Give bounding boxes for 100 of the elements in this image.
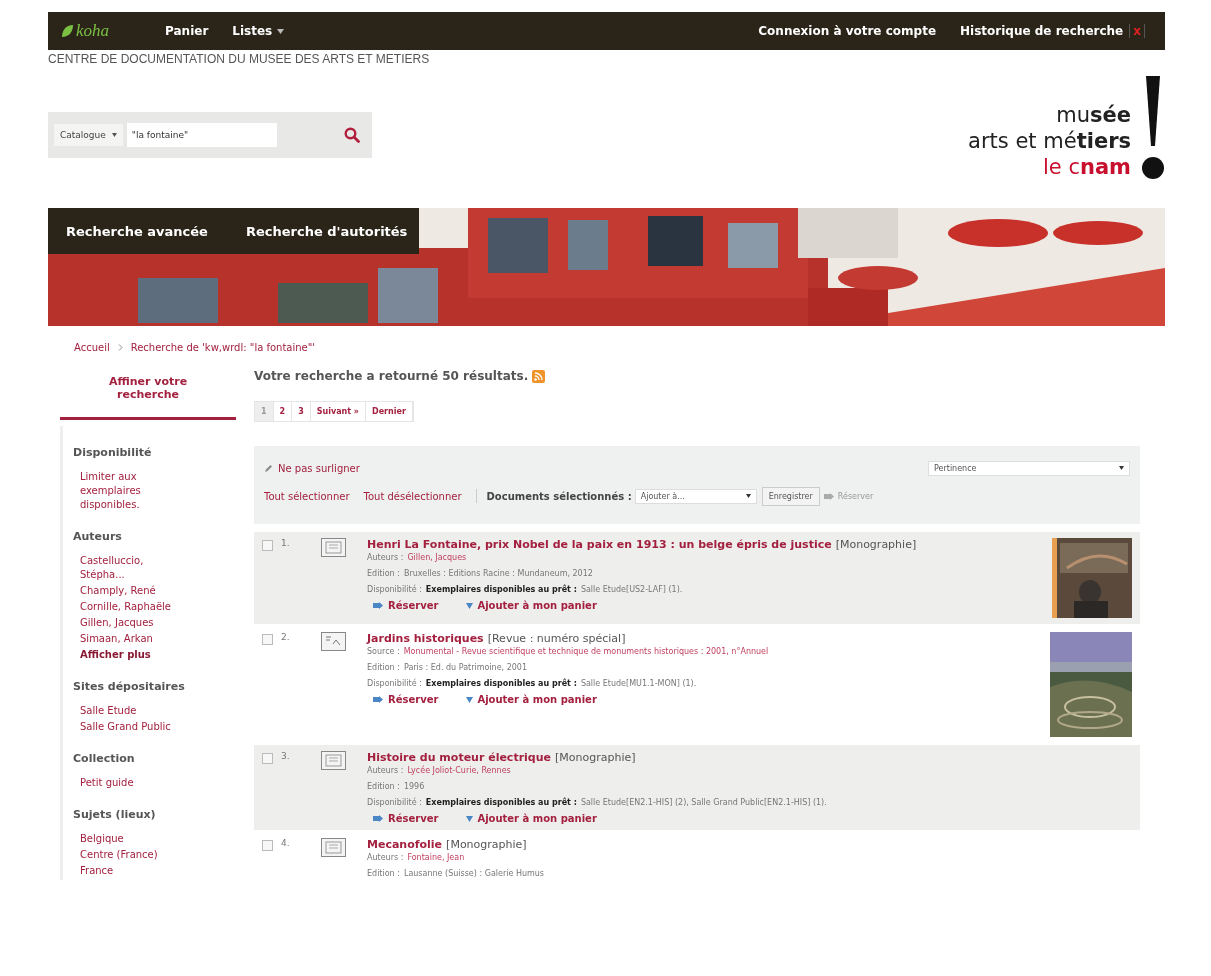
serial-icon [321,632,346,651]
hold-icon [373,815,384,822]
checkbox[interactable] [262,540,273,551]
pencil-icon [264,463,273,473]
facet-link[interactable]: Limiter aux exemplaires disponibles. [80,470,180,512]
field-label: Auteurs : [367,766,404,775]
add-to-dropdown[interactable]: Ajouter à... [634,488,757,504]
author-link[interactable]: Monumental - Revue scientifique et technique de monuments historiques : 2001, n°Annuel [403,647,769,656]
chevron-icon [117,344,123,351]
checkbox[interactable] [262,753,273,764]
document-type: [Monographie] [835,538,917,551]
search-history-link[interactable]: Historique de recherche [960,24,1124,38]
login-link[interactable]: Connexion à votre compte [758,24,936,38]
availability-status: Exemplaires disponibles au prêt : [425,798,577,807]
facet-link[interactable]: Gillen, Jacques [80,616,180,630]
field-label: Edition : [367,663,400,672]
facet-link[interactable]: Simaan, Arkan [80,632,180,646]
field-value: Salle Etude[EN2.1-HIS] (2), Salle Grand Public[EN2.1-HIS] (1). [580,798,827,807]
field-label: Edition : [367,869,400,878]
facet-link[interactable]: Petit guide [80,776,180,790]
hold-link[interactable]: Réserver [373,813,439,824]
nav-link[interactable]: Listes [232,24,285,38]
caret-icon [745,494,751,498]
field-value: Paris : Ed. du Patrimoine, 2001 [403,663,528,672]
scope-dropdown[interactable]: Catalogue [54,124,123,146]
leaf-icon [60,24,74,38]
sort-dropdown[interactable]: Pertinence [928,460,1130,476]
field-value: Bruxelles : Editions Racine : Mundaneum, 2012 [403,569,593,578]
facet-link[interactable]: Centre (France) [80,848,180,862]
checkbox[interactable] [262,840,273,851]
field-label: Auteurs : [367,553,404,562]
result-number: 2. [280,632,291,642]
author-link[interactable]: Lycée Joliot-Curie, Rennes [407,766,511,775]
caret-icon [111,133,117,137]
cart-icon [466,815,474,822]
caret-icon [1119,466,1124,470]
author-link[interactable]: Fontaine, Jean [407,853,465,862]
logo-text: arts et métiers [968,128,1131,154]
hold-icon [373,696,384,703]
result-title[interactable]: Mecanofolie [367,838,443,851]
refine-heading: Affiner votre recherche [60,361,236,420]
facet-link[interactable]: Champly, René [80,584,180,598]
book-icon [321,538,346,557]
facet-link[interactable]: Castelluccio, Stépha... [80,554,180,582]
cart-icon [466,602,474,609]
page-link[interactable]: 2 [273,402,293,421]
facet-heading: Sujets (lieux) [73,808,157,821]
page-link[interactable]: Dernier [366,402,413,421]
clear-all-link[interactable]: Tout désélectionner [363,490,462,502]
add-to-cart-link[interactable]: Ajouter à mon panier [466,813,597,824]
document-type: [Monographie] [446,838,527,851]
result-title[interactable]: Jardins historiques [367,632,484,645]
facet-link[interactable]: Cornille, Raphaële [80,600,180,614]
field-label: Edition : [367,782,400,791]
menu-link[interactable]: Recherche avancée [66,223,208,239]
result-title[interactable]: Histoire du moteur électrique [367,751,551,764]
facet-heading: Auteurs [73,530,123,543]
field-label: Auteurs : [367,853,404,862]
facet-link[interactable]: Salle Etude [80,704,180,718]
breadcrumb-link[interactable]: Recherche de 'kw,wrdl: "la fontaine"' [130,342,316,353]
koha-logo[interactable]: koha [60,21,110,41]
selection-label: Documents sélectionnés : [486,490,632,502]
field-label: Source : [367,647,400,656]
book-icon [321,838,346,857]
field-label: Edition : [367,569,400,578]
result-number: 1. [280,538,291,548]
result-title[interactable]: Henri La Fontaine, prix Nobel de la paix en 1913 : un belge épris de justice [367,538,832,551]
author-link[interactable]: Gillen, Jacques [407,553,467,562]
results-count: Votre recherche a retourné 50 résultats. [254,369,529,383]
breadcrumb-link[interactable]: Accueil [74,342,110,353]
search-field[interactable]: "la fontaine" [126,123,277,147]
library-name: CENTRE DE DOCUMENTATION DU MUSEE DES ARTS ET METIERS [48,51,431,68]
hold-icon [823,492,835,500]
add-to-cart-link[interactable]: Ajouter à mon panier [466,694,597,705]
cart-icon [466,696,474,703]
exclamation-icon [1141,76,1165,182]
highlight-toggle[interactable]: Ne pas surligner [264,462,360,474]
select-all-link[interactable]: Tout sélectionner [264,490,350,502]
add-to-cart-link[interactable]: Ajouter à mon panier [466,600,597,611]
menu-link[interactable]: Recherche d'autorités [245,223,408,239]
result-number: 3. [280,751,291,761]
facet-link[interactable]: France [80,864,180,878]
save-button[interactable]: Enregistrer [761,486,820,506]
rss-icon [532,369,546,383]
page-link[interactable]: 3 [292,402,311,421]
checkbox[interactable] [262,634,273,645]
facet-heading: Disponibilité [73,446,153,459]
logo-text: le cnam [1042,154,1131,180]
hold-link[interactable]: Réserver [373,600,439,611]
show-more-link[interactable]: Afficher plus [80,648,180,662]
field-value: Salle Etude[MU1.1-MON] (1). [580,679,697,688]
hold-link[interactable]: Réserver [373,694,439,705]
book-icon [321,751,346,770]
facet-link[interactable]: Salle Grand Public [80,720,180,734]
facet-link[interactable]: Belgique [80,832,180,846]
field-label: Disponibilité : [367,679,422,688]
facet-heading: Collection [73,752,136,765]
result-number: 4. [280,838,291,848]
page-link[interactable]: Suivant » [310,402,367,421]
nav-link[interactable]: Panier [165,24,209,38]
